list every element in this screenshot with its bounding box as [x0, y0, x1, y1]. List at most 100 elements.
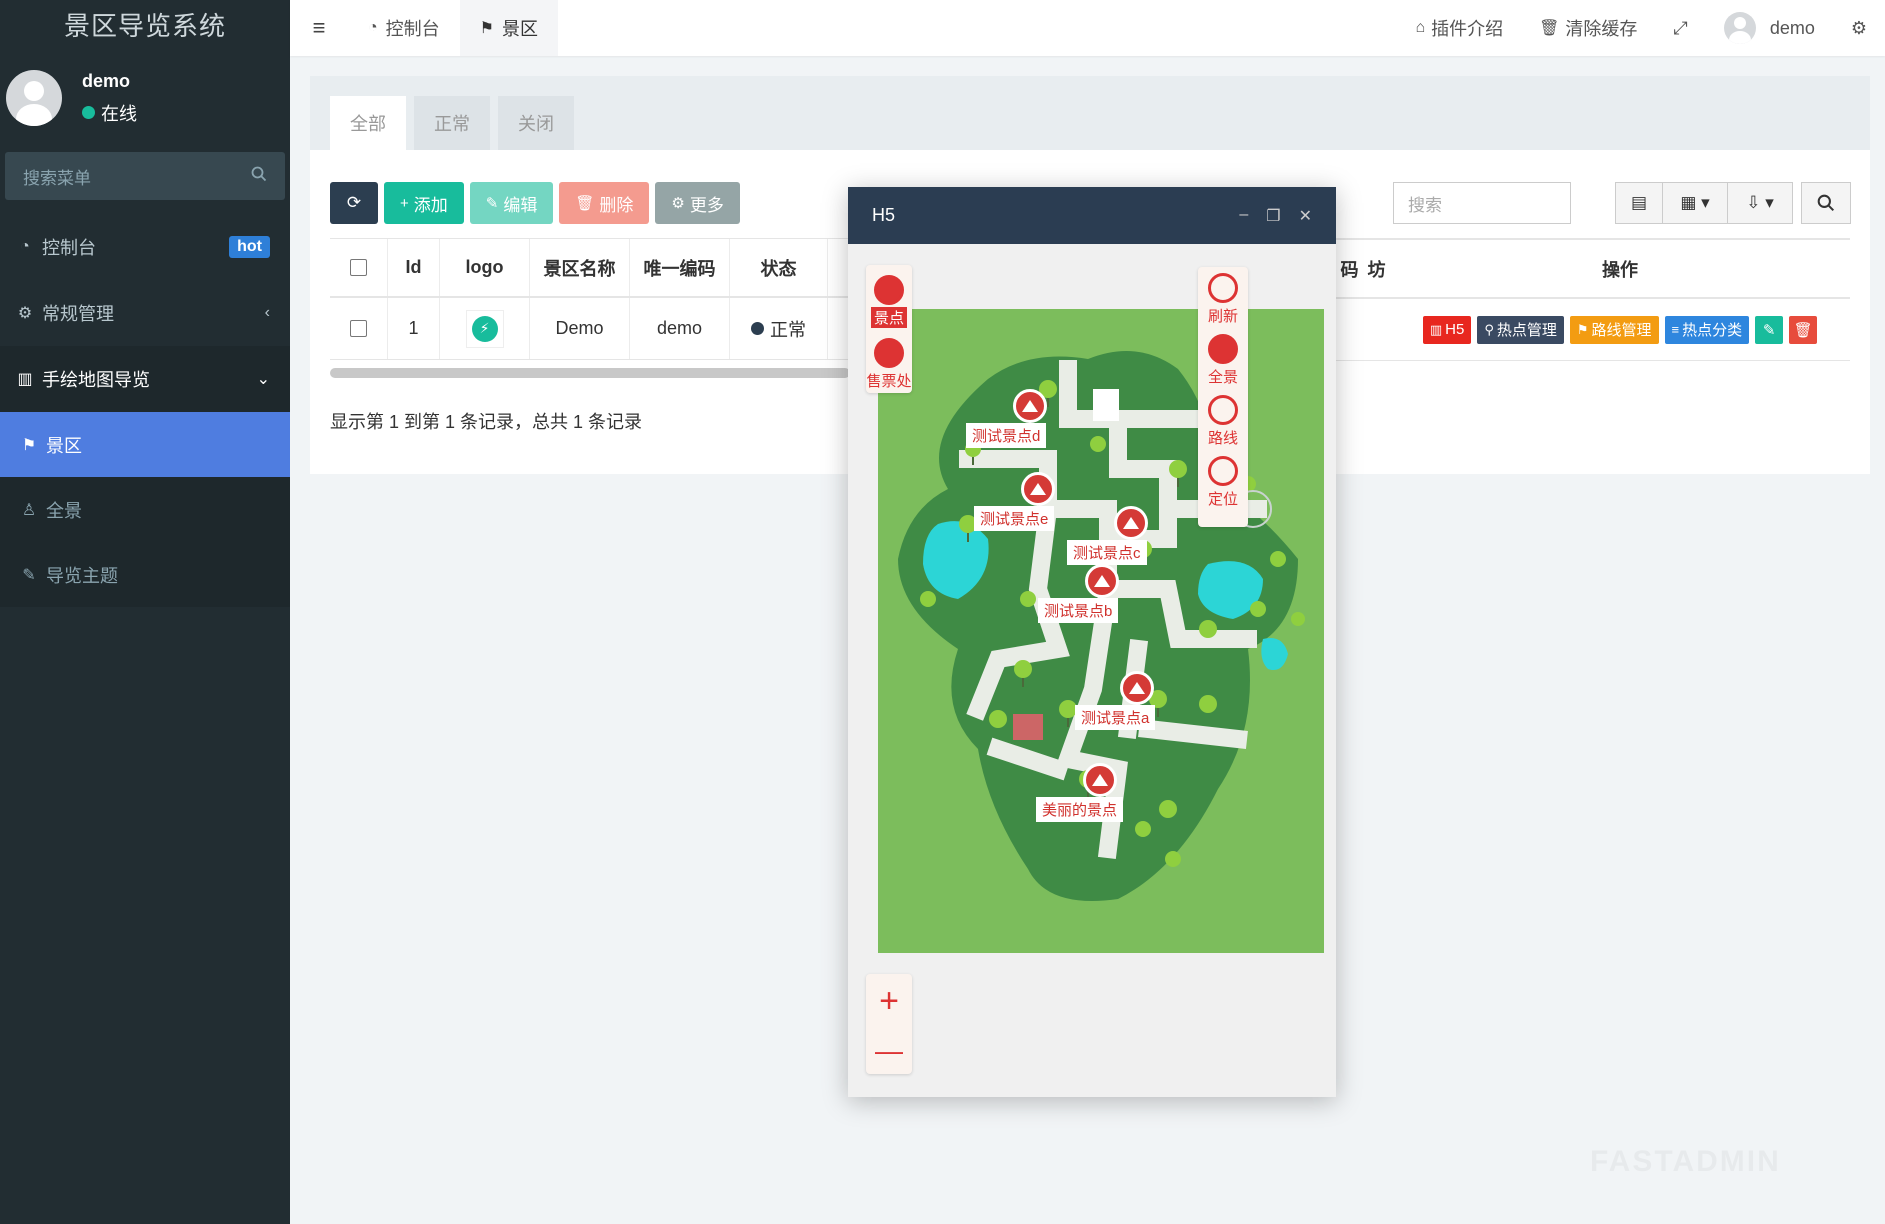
right-tools-panel: 刷新 全景 路线 定位	[1198, 267, 1248, 527]
partial-row-cell	[1336, 299, 1390, 361]
app-title[interactable]: 景区导览系统	[0, 0, 290, 48]
sidebar-item-map-guide[interactable]: ▥ 手绘地图导览 ⌄	[0, 346, 290, 412]
table-search-placeholder: 搜索	[1408, 195, 1442, 215]
tab-scenic[interactable]: ⚑ 景区	[459, 0, 559, 56]
panorama-button[interactable]: 全景	[1207, 334, 1238, 387]
hotspot-manage-label: 热点管理	[1496, 322, 1557, 339]
trash-icon: 🗑	[1539, 20, 1560, 37]
spot-pin-b[interactable]	[1085, 564, 1119, 598]
h5-label: H5	[1445, 321, 1465, 338]
spot-pin-beautiful[interactable]	[1083, 763, 1117, 797]
hotspot-category-button[interactable]: ≡ 热点分类	[1664, 315, 1750, 344]
sidebar-item-label: 景区	[46, 435, 82, 456]
sidebar-item-panorama[interactable]: ♙ 全景	[0, 477, 290, 542]
col-status: 状态	[730, 239, 828, 296]
sidebar-menu: ◔ 控制台 hot ⚙ 常规管理 ‹ ▥ 手绘地图导览 ⌄ ⚑ 景区 ♙ 全景 …	[0, 214, 290, 607]
menu-search-input[interactable]: 搜索菜单	[5, 152, 285, 200]
refresh-icon: ⟳	[346, 193, 362, 212]
spot-pin-c[interactable]	[1114, 506, 1148, 540]
sidebar-item-label: 常规管理	[42, 304, 114, 324]
sidebar-item-general[interactable]: ⚙ 常规管理 ‹	[0, 280, 290, 346]
menu-toggle-icon[interactable]: ≡	[290, 15, 348, 41]
clear-cache-button[interactable]: 🗑 清除缓存	[1521, 0, 1655, 56]
hotspot-manage-button[interactable]: ⚲ 热点管理	[1477, 315, 1564, 344]
crosshair-icon	[1207, 456, 1238, 486]
spot-label-e[interactable]: 测试景点e	[974, 506, 1055, 531]
filter-tab-closed[interactable]: 关闭	[498, 96, 574, 150]
select-all-checkbox[interactable]	[330, 239, 388, 296]
export-dropdown-icon[interactable]: ⇩ ▾	[1727, 182, 1793, 224]
locate-button[interactable]: 定位	[1207, 456, 1238, 509]
search-icon[interactable]	[251, 166, 267, 187]
fullscreen-icon[interactable]: ⤢	[1655, 0, 1705, 56]
list-icon: ≡	[1671, 322, 1680, 337]
col-partial-2: 坊	[1367, 259, 1386, 280]
avatar	[1723, 12, 1756, 44]
h5-button[interactable]: ▥ H5	[1422, 315, 1472, 344]
settings-icon[interactable]: ⚙	[1833, 0, 1885, 56]
delete-button[interactable]: 🗑 删除	[559, 182, 650, 224]
pagination-info: 显示第 1 到第 1 条记录，总共 1 条记录	[330, 412, 643, 432]
more-label: 更多	[689, 195, 724, 215]
edit-button[interactable]: ✎ 编辑	[469, 182, 554, 224]
spot-pin-d[interactable]	[1013, 389, 1047, 423]
route-button[interactable]: 路线	[1207, 395, 1238, 448]
refresh-icon	[1207, 273, 1238, 303]
scenic-map[interactable]: 测试景点d 测试景点e 测试景点c 测试景点b 测试景点a 美丽的景点	[878, 309, 1324, 953]
plugin-intro-link[interactable]: ⌂ 插件介绍	[1397, 0, 1521, 56]
col-id[interactable]: Id	[388, 239, 440, 296]
columns-dropdown-icon[interactable]: ▦ ▾	[1662, 182, 1728, 224]
row-checkbox[interactable]	[330, 298, 388, 359]
modal-title: H5	[872, 205, 896, 225]
spot-label-c[interactable]: 测试景点c	[1067, 540, 1147, 565]
filter-tab-all[interactable]: 全部	[330, 96, 406, 150]
table-search-input[interactable]: 搜索	[1393, 182, 1571, 224]
filter-tab-normal[interactable]: 正常	[414, 96, 490, 150]
top-header: ≡ ◔ 控制台 ⚑ 景区 ⌂ 插件介绍 🗑 清除缓存 ⤢ demo ⚙	[290, 0, 1885, 56]
filter-ticket-button[interactable]: 售票处	[866, 338, 912, 391]
row-delete-button[interactable]: 🗑	[1789, 315, 1818, 344]
spot-label-beautiful[interactable]: 美丽的景点	[1036, 797, 1124, 822]
sidebar-item-label: 控制台	[42, 238, 96, 258]
sidebar-item-theme[interactable]: ✎ 导览主题	[0, 542, 290, 607]
search-icon[interactable]	[1801, 182, 1851, 224]
spot-label-b[interactable]: 测试景点b	[1038, 598, 1119, 623]
online-dot-icon	[82, 106, 95, 119]
add-button[interactable]: + 添加	[384, 182, 464, 224]
sidebar-item-dashboard[interactable]: ◔ 控制台 hot	[0, 214, 290, 280]
modal-header[interactable]: H5 – ❐ ✕	[848, 187, 1336, 244]
dashboard-icon: ◔	[20, 238, 30, 255]
spot-pin-a[interactable]	[1120, 671, 1154, 705]
spot-label-a[interactable]: 测试景点a	[1075, 705, 1156, 730]
row-status-label: 正常	[770, 319, 806, 340]
col-code: 唯一编码	[630, 239, 730, 296]
refresh-button[interactable]: ⟳	[330, 182, 378, 224]
row-code: demo	[630, 298, 730, 359]
tab-dashboard[interactable]: ◔ 控制台	[348, 0, 460, 56]
sidebar-item-scenic[interactable]: ⚑ 景区	[0, 412, 290, 477]
spot-label-d[interactable]: 测试景点d	[966, 423, 1047, 448]
cogs-icon: ⚙	[17, 305, 33, 322]
plus-icon: +	[400, 194, 409, 212]
row-edit-button[interactable]: ✎	[1755, 315, 1784, 344]
close-icon[interactable]: ✕	[1299, 206, 1312, 226]
col-logo: logo	[440, 239, 530, 296]
filter-spots-button[interactable]: 景点	[870, 275, 907, 328]
add-label: 添加	[413, 195, 448, 215]
zoom-in-icon[interactable]: +	[879, 984, 899, 1018]
more-button[interactable]: ⚙ 更多	[655, 182, 740, 224]
refresh-map-button[interactable]: 刷新	[1207, 273, 1238, 326]
zoom-out-icon[interactable]: —	[875, 1036, 903, 1065]
spot-pin-e[interactable]	[1021, 472, 1055, 506]
maximize-icon[interactable]: ❐	[1266, 206, 1280, 226]
submenu: ⚑ 景区 ♙ 全景 ✎ 导览主题	[0, 412, 290, 607]
clear-cache-label: 清除缓存	[1565, 19, 1638, 39]
col-partial-1: 码	[1340, 259, 1359, 280]
minimize-icon[interactable]: –	[1239, 206, 1248, 226]
user-menu[interactable]: demo	[1706, 0, 1833, 56]
gear-icon: ⚙	[671, 195, 685, 212]
route-manage-button[interactable]: ⚑ 路线管理	[1569, 315, 1659, 344]
toggle-view-icon[interactable]: ▤	[1615, 182, 1663, 224]
ticket-icon	[873, 338, 904, 368]
horizontal-scrollbar[interactable]	[330, 368, 850, 378]
